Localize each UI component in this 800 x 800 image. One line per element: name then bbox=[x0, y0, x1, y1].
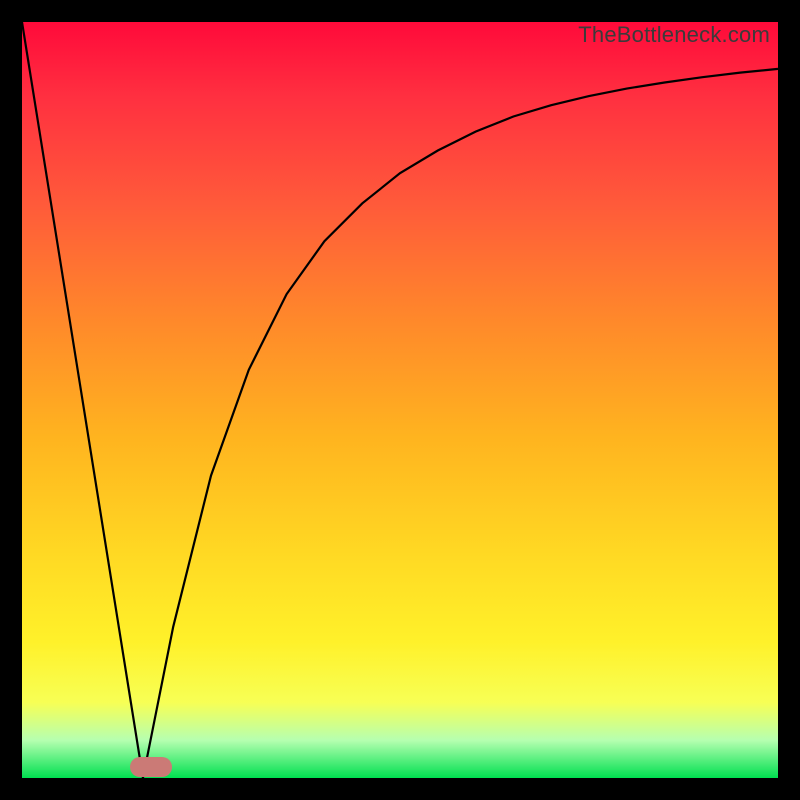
chart-frame: TheBottleneck.com bbox=[0, 0, 800, 800]
left-line-path bbox=[22, 22, 143, 778]
chart-plot-area: TheBottleneck.com bbox=[22, 22, 778, 778]
curve-group bbox=[22, 22, 778, 778]
optimal-point-marker bbox=[130, 757, 172, 777]
chart-curves-layer bbox=[22, 22, 778, 778]
right-curve-path bbox=[143, 69, 778, 778]
